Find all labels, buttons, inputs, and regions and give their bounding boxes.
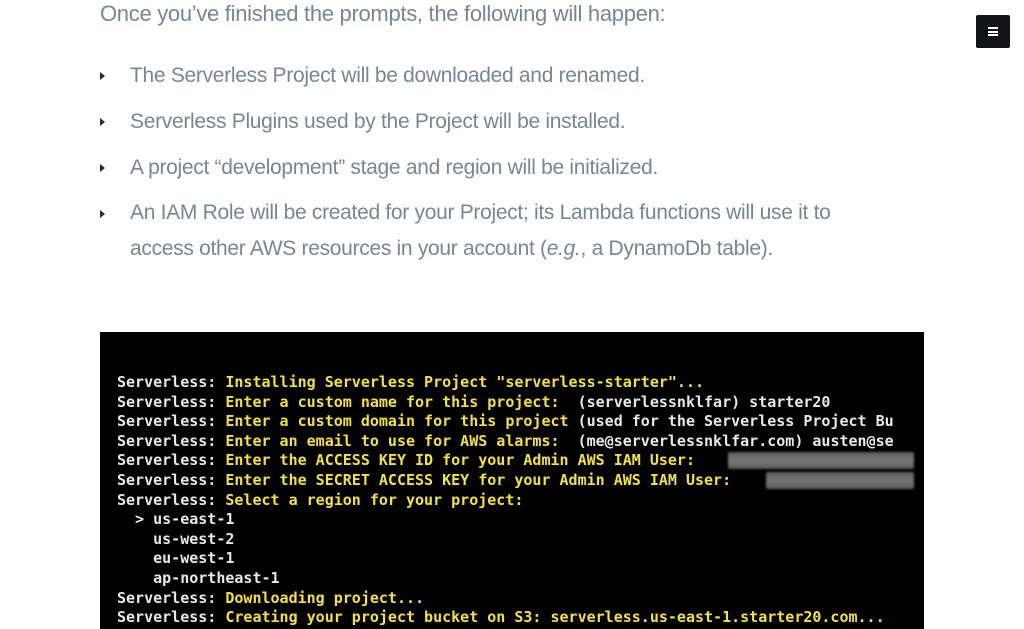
terminal-message: Enter an email to use for AWS alarms: (225, 431, 560, 450)
terminal-message: Creating your project bucket on S3: serv… (225, 608, 885, 627)
intro-text: Once you’ve finished the prompts, the fo… (100, 1, 666, 26)
terminal-line: Serverless: Downloading project... (117, 589, 894, 609)
terminal-prefix: Serverless: (117, 431, 226, 450)
terminal-message: Downloading project... (225, 588, 425, 607)
caret-right-icon (100, 164, 105, 172)
terminal-screenshot: Serverless: Installing Serverless Projec… (100, 332, 924, 629)
terminal-value: (used for the Serverless Project Bu (568, 412, 894, 431)
terminal-prefix: Serverless: (117, 470, 226, 489)
menu-button[interactable] (976, 15, 1010, 48)
list-item-text: A project “development” stage and region… (130, 156, 659, 179)
list-item-text: An IAM Role will be created for your Pro… (130, 201, 831, 224)
terminal-line: Serverless: Select a region for your pro… (117, 491, 894, 511)
terminal-prefix: Serverless: (117, 588, 226, 607)
terminal-message: Installing Serverless Project "serverles… (225, 373, 705, 391)
terminal-value: (me@serverlessnklfar.com) austen@se (559, 431, 894, 450)
terminal-message: Enter a custom domain for this project (225, 412, 569, 431)
terminal-message: Enter the SECRET ACCESS KEY for your Adm… (225, 470, 732, 489)
list-item-text: The Serverless Project will be downloade… (130, 64, 645, 87)
list-item-text-continued: access other AWS resources in your accou… (130, 237, 773, 260)
caret-right-icon (100, 118, 105, 126)
terminal-line: Serverless: Creating your project bucket… (117, 608, 894, 628)
terminal-prefix: Serverless: (117, 608, 226, 627)
terminal-line: Serverless: Enter a custom name for this… (117, 393, 894, 413)
terminal-prefix: Serverless: (117, 412, 226, 431)
redacted-access-key (728, 452, 914, 469)
terminal-prefix: Serverless: (117, 373, 226, 391)
terminal-value: eu-west-1 (117, 549, 235, 568)
terminal-line: Serverless: Enter a custom domain for th… (117, 412, 894, 432)
terminal-prefix: Serverless: (117, 490, 226, 509)
caret-right-icon (100, 210, 105, 218)
caret-right-icon (100, 72, 105, 80)
terminal-line: us-west-2 (117, 530, 894, 550)
terminal-value: us-west-2 (117, 529, 235, 548)
terminal-value: > us-east-1 (117, 510, 235, 529)
terminal-line: Serverless: Enter an email to use for AW… (117, 432, 894, 452)
terminal-prefix: Serverless: (117, 451, 226, 470)
terminal-line: Serverless: Installing Serverless Projec… (117, 373, 894, 393)
terminal-line: > us-east-1 (117, 510, 894, 530)
terminal-value: (serverlessnklfar) starter20 (559, 392, 831, 411)
list-item-text: Serverless Plugins used by the Project w… (130, 110, 626, 133)
redacted-secret-key (766, 472, 914, 489)
terminal-message: Enter a custom name for this project: (225, 392, 560, 411)
terminal-message: Enter the ACCESS KEY ID for your Admin A… (225, 451, 695, 470)
terminal-value: ap-northeast-1 (117, 568, 280, 587)
terminal-prefix: Serverless: (117, 392, 226, 411)
terminal-line: eu-west-1 (117, 549, 894, 569)
terminal-line: ap-northeast-1 (117, 569, 894, 589)
terminal-output: Serverless: Installing Serverless Projec… (117, 373, 894, 628)
terminal-message: Select a region for your project: (225, 490, 524, 509)
emphasis-eg: e.g. (546, 237, 581, 260)
hamburger-menu-icon (988, 27, 998, 36)
